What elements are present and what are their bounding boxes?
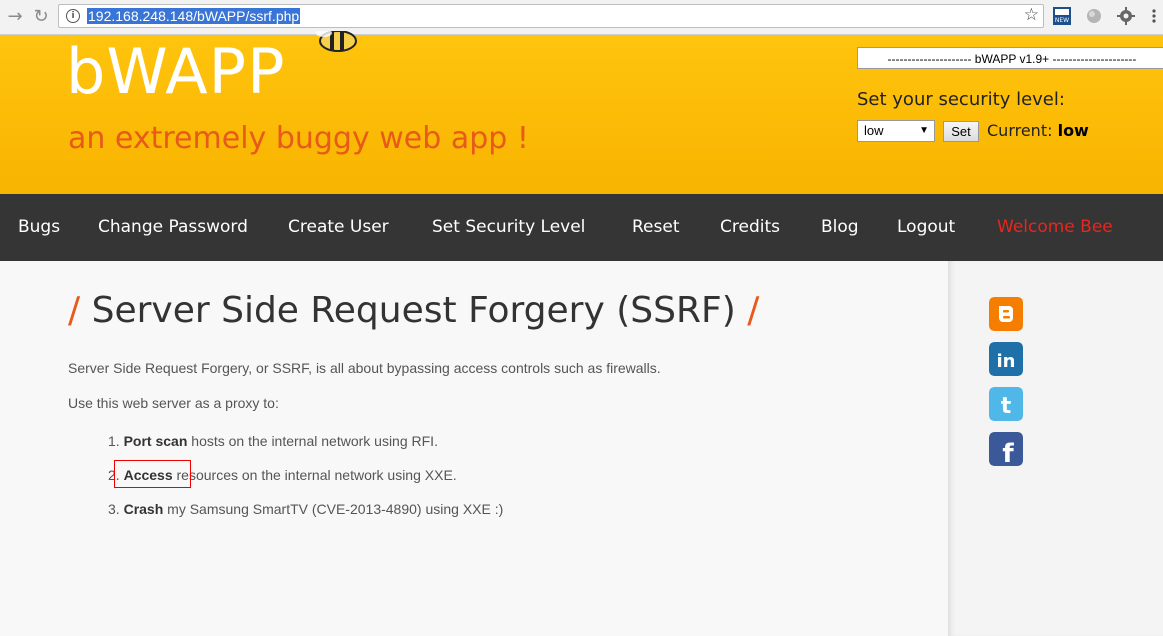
reload-icon[interactable]: ↻ xyxy=(30,6,52,28)
current-level: Current: low xyxy=(987,121,1089,140)
menu-item-credits[interactable]: Credits xyxy=(720,217,780,237)
set-button[interactable]: Set xyxy=(943,121,979,142)
title-slash-left: / xyxy=(68,290,81,331)
page-title-text: Server Side Request Forgery (SSRF) xyxy=(91,290,736,331)
main-menu: Bugs Change Password Create User Set Sec… xyxy=(0,194,1163,261)
back-arrow-icon[interactable]: → xyxy=(4,6,26,28)
menu-item-set-security-level[interactable]: Set Security Level xyxy=(432,217,585,237)
svg-text:in: in xyxy=(997,351,1016,372)
svg-text:t: t xyxy=(1001,394,1012,419)
menu-item-logout[interactable]: Logout xyxy=(897,217,955,237)
title-slash-right: / xyxy=(747,290,760,331)
bookmark-star-icon[interactable]: ☆ xyxy=(1024,5,1039,25)
list-number: 1. xyxy=(108,433,120,449)
twitter-icon[interactable]: t xyxy=(989,387,1023,421)
menu-item-bugs[interactable]: Bugs xyxy=(18,217,60,237)
sidebar xyxy=(948,261,1163,636)
dropdown-arrow-icon: ▼ xyxy=(919,125,929,136)
list-item: 1. Port scan hosts on the internal netwo… xyxy=(108,433,438,449)
menu-item-change-password[interactable]: Change Password xyxy=(98,217,248,237)
port-scan-link[interactable]: Port scan xyxy=(124,433,188,449)
linkedin-icon[interactable]: in xyxy=(989,342,1023,376)
url-text[interactable]: 192.168.248.148/bWAPP/ssrf.php xyxy=(87,8,301,24)
proxy-text: Use this web server as a proxy to: xyxy=(68,395,279,411)
menu-item-blog[interactable]: Blog xyxy=(821,217,859,237)
logo[interactable]: bWAPP xyxy=(66,35,285,108)
current-level-value: low xyxy=(1057,121,1089,140)
list-text: resources on the internal network using … xyxy=(172,467,457,483)
gear-icon[interactable] xyxy=(1117,7,1135,25)
list-number: 3. xyxy=(108,501,120,517)
new-badge-icon[interactable]: NEW xyxy=(1053,7,1071,25)
address-bar[interactable]: i 192.168.248.148/bWAPP/ssrf.php ☆ xyxy=(58,4,1044,28)
globe-icon[interactable] xyxy=(1085,7,1103,25)
crash-link[interactable]: Crash xyxy=(124,501,164,517)
site-header: bWAPP an extremely buggy web app ! -----… xyxy=(0,31,1163,194)
menu-item-reset[interactable]: Reset xyxy=(632,217,680,237)
menu-item-create-user[interactable]: Create User xyxy=(288,217,389,237)
intro-text: Server Side Request Forgery, or SSRF, is… xyxy=(68,360,661,376)
list-text: hosts on the internal network using RFI. xyxy=(187,433,438,449)
menu-icon[interactable] xyxy=(1145,7,1163,25)
page-title: / Server Side Request Forgery (SSRF) / xyxy=(68,290,759,331)
bee-icon xyxy=(316,31,357,52)
security-select-value: low xyxy=(864,123,884,138)
facebook-icon[interactable]: f xyxy=(989,432,1023,466)
security-level-select[interactable]: low ▼ xyxy=(857,120,935,142)
blogger-icon[interactable] xyxy=(989,297,1023,331)
svg-text:NEW: NEW xyxy=(1055,17,1069,24)
welcome-user: Welcome Bee xyxy=(997,217,1113,237)
info-icon[interactable]: i xyxy=(66,9,80,23)
current-label: Current: xyxy=(987,121,1053,140)
browser-toolbar: → ↻ i 192.168.248.148/bWAPP/ssrf.php ☆ N… xyxy=(0,0,1163,35)
bug-select[interactable]: --------------------- bWAPP v1.9+ ------… xyxy=(857,47,1163,69)
list-text: my Samsung SmartTV (CVE-2013-4890) using… xyxy=(163,501,504,517)
highlight-box xyxy=(114,460,191,488)
security-level-label: Set your security level: xyxy=(857,89,1065,110)
svg-text:f: f xyxy=(1002,439,1014,466)
list-item: 3. Crash my Samsung SmartTV (CVE-2013-48… xyxy=(108,501,503,517)
tagline: an extremely buggy web app ! xyxy=(68,121,529,156)
